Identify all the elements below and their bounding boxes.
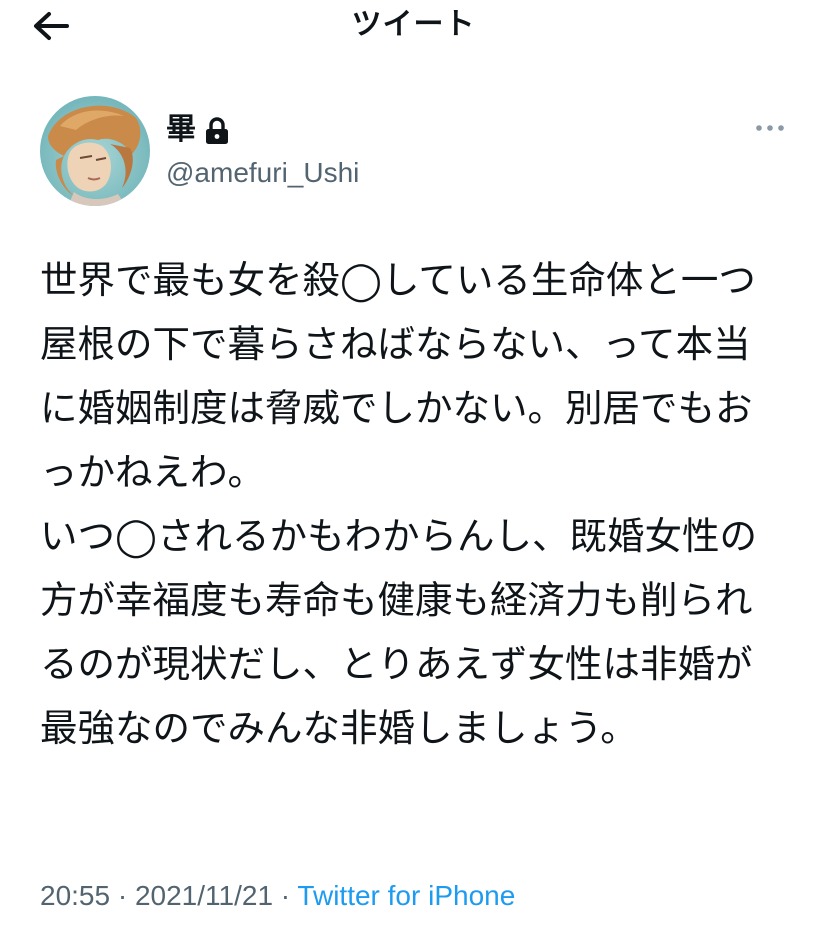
separator: · (273, 880, 298, 911)
lock-icon (204, 115, 230, 145)
tweet-date[interactable]: 2021/11/21 (135, 880, 273, 911)
tweet-metadata: 20:55 · 2021/11/21 · Twitter for iPhone (40, 876, 515, 916)
arrow-left-icon (34, 12, 69, 40)
avatar[interactable] (40, 96, 150, 206)
page-title: ツイート (351, 7, 476, 42)
tweet-time[interactable]: 20:55 (40, 880, 110, 911)
display-name-row: 畢 (166, 108, 359, 152)
tweet-text: 世界で最も女を殺◯している生命体と一つ屋根の下で暮らさねばならない、って本当に婚… (40, 258, 757, 750)
top-bar: ツイート (0, 0, 827, 60)
display-name[interactable]: 畢 (166, 110, 196, 150)
back-button[interactable] (28, 6, 74, 46)
more-horizontal-icon (756, 125, 784, 131)
author-info: 畢 @amefuri_Ushi (166, 108, 359, 192)
tweet-source-link[interactable]: Twitter for iPhone (297, 880, 515, 911)
avatar-image (40, 96, 150, 206)
separator: · (110, 880, 135, 911)
tweet-detail-page: ツイート 畢 @amefuri_Ushi 世界で最も女を殺◯している生命体と一つ… (0, 0, 827, 936)
more-options-button[interactable] (748, 114, 792, 142)
user-handle[interactable]: @amefuri_Ushi (166, 154, 359, 192)
